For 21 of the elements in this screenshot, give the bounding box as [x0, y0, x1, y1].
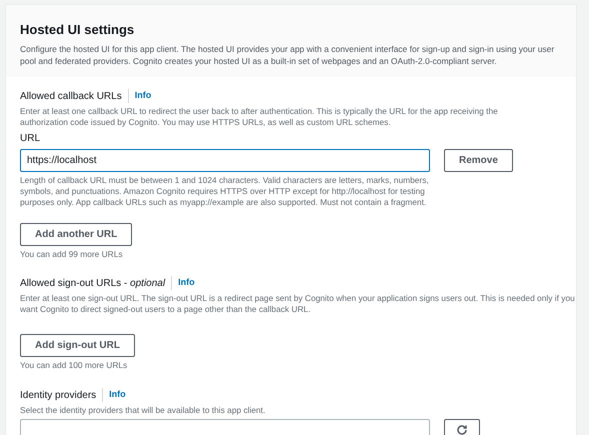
info-link[interactable]: Info: [102, 388, 126, 402]
refresh-button[interactable]: [444, 418, 480, 435]
field-label: Allowed sign-out URLs - optional: [20, 276, 166, 290]
constraint-text: Length of callback URL must be between 1 and 1024 characters. Valid characters are letters, marks, numbers, symbols, and punctuations. Amazon Cognito requires HTTPS over HTTP except for http://localhost for testing purposes only. App callback URLs such as myapp://example are also supported. Must not contain a fragment.: [20, 174, 430, 208]
section-description: Configure the hosted UI for this app client. The hosted UI provides your app with a convenient interface for sign-up and sign-in using your user pool and federated providers. Cognito creates your hosted UI as a built-in set of webpages and an OAuth-2.0-compliant server.: [20, 42, 556, 66]
field-label: Allowed callback URLs: [20, 90, 122, 104]
field-description: Enter at least one callback URL to redirect the user back to after authentication. This is typically the URL for the app receiving the authorization code issued by Cognito. You may use HTTPS URLs, as well as custom URL schemes.: [20, 106, 499, 128]
url-input-field[interactable]: https://localhost: [20, 148, 430, 172]
info-link[interactable]: Info: [171, 276, 195, 290]
field-description: Select the identity providers that will be available to this app client.: [20, 404, 266, 416]
field-label: Identity providers: [20, 388, 96, 402]
add-url-button[interactable]: Add another URL: [20, 222, 132, 246]
remove-button[interactable]: Remove: [444, 148, 513, 172]
remaining-hint: You can add 100 more URLs: [20, 360, 128, 370]
refresh-icon: [456, 424, 468, 435]
url-label: URL: [20, 132, 42, 146]
section-title: Hosted UI settings: [20, 21, 136, 39]
remaining-hint: You can add 99 more URLs: [20, 248, 124, 260]
field-description: Enter at least one sign-out URL. The sign-out URL is a redirect page sent by Cognito when your application signs users out. This is needed only if you want Cognito to direct signed-out users to a page other than the callback URL.: [20, 292, 575, 314]
info-link[interactable]: Info: [128, 89, 152, 103]
add-sign-out-url-button[interactable]: Add sign-out URL: [20, 334, 135, 356]
